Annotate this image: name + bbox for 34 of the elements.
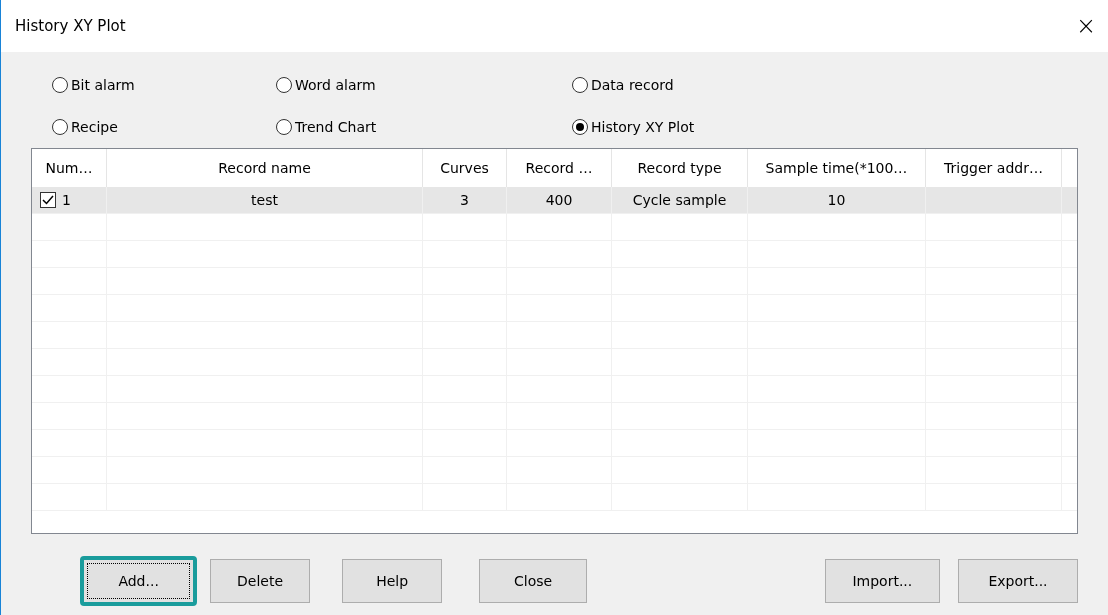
dialog-button[interactable]: Help <box>341 559 443 603</box>
dialog-button[interactable]: Close <box>479 559 587 603</box>
radio-option[interactable]: Recipe <box>52 119 118 135</box>
table-cell: 400 <box>545 192 573 208</box>
close-button[interactable]: × <box>1071 12 1100 40</box>
radio-option[interactable]: Data record <box>572 77 674 93</box>
table-cell: test <box>251 192 278 208</box>
table-row[interactable]: 1 test 3 400 Cycle sample 10 <box>32 187 1077 214</box>
radio-option[interactable]: Bit alarm <box>52 77 135 93</box>
radio-option[interactable]: History XY Plot <box>572 119 695 135</box>
dialog-button[interactable]: Export... <box>957 559 1078 603</box>
radio-button[interactable] <box>276 77 292 93</box>
radio-label: Recipe <box>71 119 118 135</box>
dialog-button[interactable]: Add... <box>80 556 198 606</box>
radio-button[interactable] <box>52 77 68 93</box>
radio-option[interactable]: Word alarm <box>276 77 376 93</box>
dialog-button[interactable]: Import... <box>824 559 940 603</box>
radio-option[interactable]: Trend Chart <box>276 119 377 135</box>
table-cell: 3 <box>460 192 469 208</box>
radio-label: History XY Plot <box>591 119 695 135</box>
radio-button[interactable] <box>52 119 68 135</box>
radio-button[interactable] <box>572 119 588 135</box>
dialog-button[interactable]: Delete <box>210 559 310 603</box>
radio-label: Trend Chart <box>295 119 377 135</box>
table-cell: Cycle sample <box>632 192 727 208</box>
table-cell: 1 <box>62 192 71 208</box>
table-cell: 10 <box>827 192 846 208</box>
radio-button[interactable] <box>572 77 588 93</box>
window-title: History XY Plot <box>15 17 126 35</box>
radio-label: Bit alarm <box>71 77 135 93</box>
radio-label: Data record <box>591 77 674 93</box>
row-checkbox[interactable] <box>40 192 56 208</box>
radio-label: Word alarm <box>295 77 376 93</box>
radio-button[interactable] <box>276 119 292 135</box>
